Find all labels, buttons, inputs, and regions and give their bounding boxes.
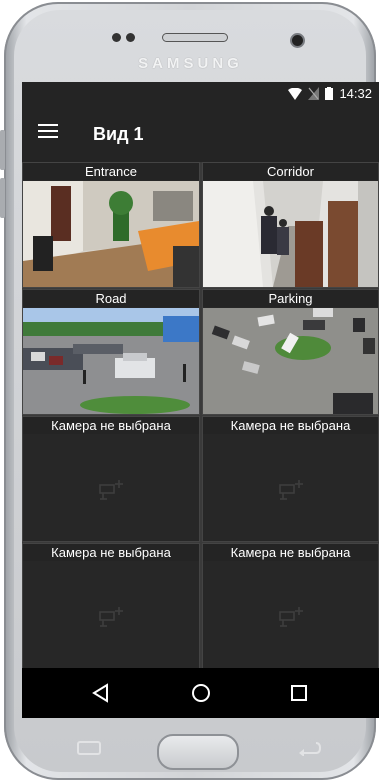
- camera-label: Камера не выбрана: [23, 544, 199, 561]
- camera-tile-empty[interactable]: Камера не выбрана: [22, 543, 200, 669]
- camera-feed-road: [23, 308, 199, 414]
- status-time: 14:32: [339, 86, 372, 101]
- volume-up-key: [0, 130, 5, 170]
- light-sensor: [126, 33, 135, 42]
- back-icon[interactable]: [86, 678, 116, 708]
- camera-tile-parking[interactable]: Parking: [202, 289, 379, 415]
- hardware-recents-key: [77, 741, 101, 755]
- camera-label: Камера не выбрана: [203, 417, 378, 434]
- camera-label: Камера не выбрана: [23, 417, 199, 434]
- front-camera: [290, 33, 305, 48]
- view-title: Вид 1: [93, 124, 144, 144]
- camera-tile-empty[interactable]: Камера не выбрана: [202, 416, 379, 542]
- status-bar: 14:32: [22, 82, 379, 106]
- camera-feed-entrance: [23, 181, 199, 287]
- camera-label: Parking: [203, 290, 378, 307]
- camera-feed-corridor: [203, 181, 378, 287]
- phone-screen: 14:32 Вид 1 Entrance Corridor Road Parki…: [22, 82, 379, 718]
- recents-icon[interactable]: [284, 678, 314, 708]
- add-camera-icon: [278, 480, 303, 500]
- camera-label: Entrance: [23, 163, 199, 180]
- brand-logo: SAMSUNG: [138, 55, 243, 72]
- add-camera-icon: [99, 607, 123, 627]
- add-camera-icon: [99, 480, 123, 500]
- android-nav-bar: [22, 668, 379, 718]
- no-sim-icon: [308, 87, 320, 100]
- battery-icon: [325, 87, 334, 100]
- camera-tile-empty[interactable]: Камера не выбрана: [22, 416, 200, 542]
- hardware-home-button[interactable]: [157, 734, 239, 770]
- app-toolbar: Вид 1: [22, 106, 379, 162]
- camera-grid: Entrance Corridor Road Parking Камера не…: [22, 162, 379, 669]
- hamburger-menu-icon[interactable]: [38, 124, 58, 142]
- camera-label: Камера не выбрана: [203, 544, 378, 561]
- camera-feed-parking: [203, 308, 378, 414]
- hardware-back-key: [299, 742, 322, 756]
- camera-tile-empty[interactable]: Камера не выбрана: [202, 543, 379, 669]
- add-camera-icon: [278, 607, 303, 627]
- home-icon[interactable]: [186, 678, 216, 708]
- volume-down-key: [0, 178, 5, 218]
- camera-tile-road[interactable]: Road: [22, 289, 200, 415]
- camera-tile-entrance[interactable]: Entrance: [22, 162, 200, 288]
- camera-label: Corridor: [203, 163, 378, 180]
- camera-label: Road: [23, 290, 199, 307]
- earpiece-speaker: [162, 33, 228, 42]
- proximity-sensor: [112, 33, 121, 42]
- wifi-icon: [288, 87, 303, 100]
- camera-tile-corridor[interactable]: Corridor: [202, 162, 379, 288]
